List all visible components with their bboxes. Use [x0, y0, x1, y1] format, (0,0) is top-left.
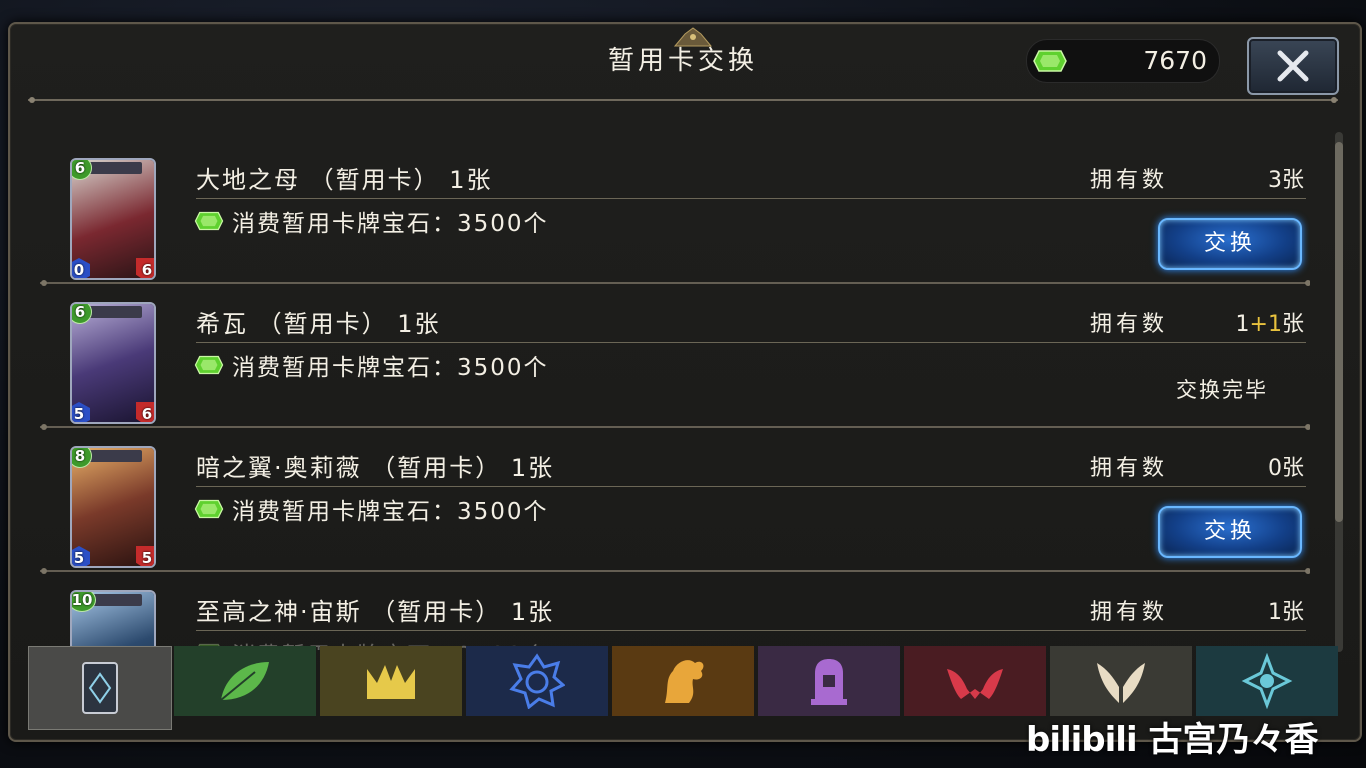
- row-underline: [196, 342, 1306, 343]
- owned-plus: +1: [1249, 312, 1282, 337]
- tab-havencraft[interactable]: [1050, 646, 1192, 716]
- card-thumbnail[interactable]: 6 0 6: [70, 158, 156, 280]
- cost-text: 消费暂用卡牌宝石：3500个: [194, 492, 549, 526]
- tab-runecraft[interactable]: [466, 646, 608, 716]
- header-divider: [28, 97, 1338, 103]
- exchange-list[interactable]: 6 0 6 大地之母 （暂用卡） 1张 消费暂用卡牌宝石：3500个 拥有数 3…: [28, 140, 1310, 650]
- crown-icon: [367, 665, 415, 699]
- card-thumbnail[interactable]: 8 5 5: [70, 446, 156, 568]
- owned-suffix: 张: [1281, 312, 1304, 337]
- owned-label: 拥有数: [1090, 168, 1169, 193]
- tab-bloodcraft[interactable]: [904, 646, 1046, 716]
- close-button[interactable]: [1247, 37, 1339, 95]
- owned-value: 1+1张: [1236, 306, 1304, 338]
- cost-text: 消费暂用卡牌宝石：3500个: [194, 348, 549, 382]
- cost-label: 消费暂用卡牌宝石：3500个: [232, 355, 549, 381]
- owned-value: 0张: [1268, 456, 1304, 481]
- list-item: 8 5 5 暗之翼·奥莉薇 （暂用卡） 1张 消费暂用卡牌宝石：3500个 拥有…: [28, 428, 1310, 574]
- exchange-button[interactable]: 交换: [1158, 218, 1302, 270]
- owned-value: 3张: [1268, 168, 1304, 193]
- cost-label: 消费暂用卡牌宝石：3500个: [232, 499, 549, 525]
- emerald-gem-icon: [1033, 50, 1067, 72]
- leaf-icon: [220, 662, 269, 701]
- close-icon: [1277, 50, 1309, 82]
- card-thumbnail[interactable]: 6 5 6: [70, 302, 156, 424]
- list-item: 6 5 6 希瓦 （暂用卡） 1张 消费暂用卡牌宝石：3500个 拥有数 1+1…: [28, 284, 1310, 430]
- portal-icon: [1241, 653, 1293, 709]
- owned-label: 拥有数: [1090, 312, 1169, 337]
- cost-label: 消费暂用卡牌宝石：3500个: [232, 211, 549, 237]
- card-name: 大地之母 （暂用卡） 1张: [196, 166, 493, 194]
- wings-icon: [1097, 663, 1145, 703]
- tab-portalcraft[interactable]: [1196, 646, 1338, 716]
- rune-icon: [509, 653, 565, 709]
- bat-icon: [947, 669, 1003, 699]
- list-item: 6 0 6 大地之母 （暂用卡） 1张 消费暂用卡牌宝石：3500个 拥有数 3…: [28, 140, 1310, 286]
- owned-base: 1: [1235, 312, 1250, 337]
- tab-swordcraft[interactable]: [320, 646, 462, 716]
- gem-balance: 7670: [1026, 39, 1220, 83]
- dragon-icon: [665, 660, 704, 703]
- emerald-gem-icon: [194, 355, 224, 375]
- owned-value: 1张: [1268, 600, 1304, 625]
- card-back-icon: [82, 662, 118, 714]
- card-thumbnail[interactable]: 10: [70, 590, 156, 650]
- tab-forestcraft[interactable]: [174, 646, 316, 716]
- scrollbar[interactable]: [1335, 132, 1343, 652]
- owned-label: 拥有数: [1090, 456, 1169, 481]
- row-underline: [196, 630, 1306, 631]
- tombstone-icon: [811, 659, 847, 705]
- emerald-gem-icon: [194, 211, 224, 231]
- card-cost-badge: 10: [72, 592, 96, 612]
- row-underline: [196, 486, 1306, 487]
- scroll-thumb[interactable]: [1335, 142, 1343, 522]
- gem-count: 7670: [1143, 46, 1207, 75]
- tab-dragoncraft[interactable]: [612, 646, 754, 716]
- watermark-brand: bilibili: [1026, 720, 1138, 760]
- card-defense-badge: 6: [136, 258, 154, 278]
- row-underline: [196, 198, 1306, 199]
- watermark: bilibili 古宫乃々香: [1026, 712, 1318, 761]
- tab-all-cards[interactable]: [28, 646, 172, 730]
- card-defense-badge: 6: [136, 402, 154, 422]
- card-name: 至高之神·宙斯 （暂用卡） 1张: [196, 598, 555, 626]
- card-defense-badge: 5: [136, 546, 154, 566]
- tab-shadowcraft[interactable]: [758, 646, 900, 716]
- watermark-user: 古宫乃々香: [1148, 720, 1319, 760]
- exchange-button[interactable]: 交换: [1158, 506, 1302, 558]
- cost-text: 消费暂用卡牌宝石：3500个: [194, 204, 549, 238]
- emerald-gem-icon: [194, 499, 224, 519]
- owned-label: 拥有数: [1090, 600, 1169, 625]
- card-name: 暗之翼·奥莉薇 （暂用卡） 1张: [196, 454, 555, 482]
- card-name: 希瓦 （暂用卡） 1张: [196, 310, 441, 338]
- exchange-done-text: 交换完毕: [1176, 378, 1268, 402]
- list-item: 10 至高之神·宙斯 （暂用卡） 1张 消费暂用卡牌宝石：3500个 拥有数 1…: [28, 572, 1310, 650]
